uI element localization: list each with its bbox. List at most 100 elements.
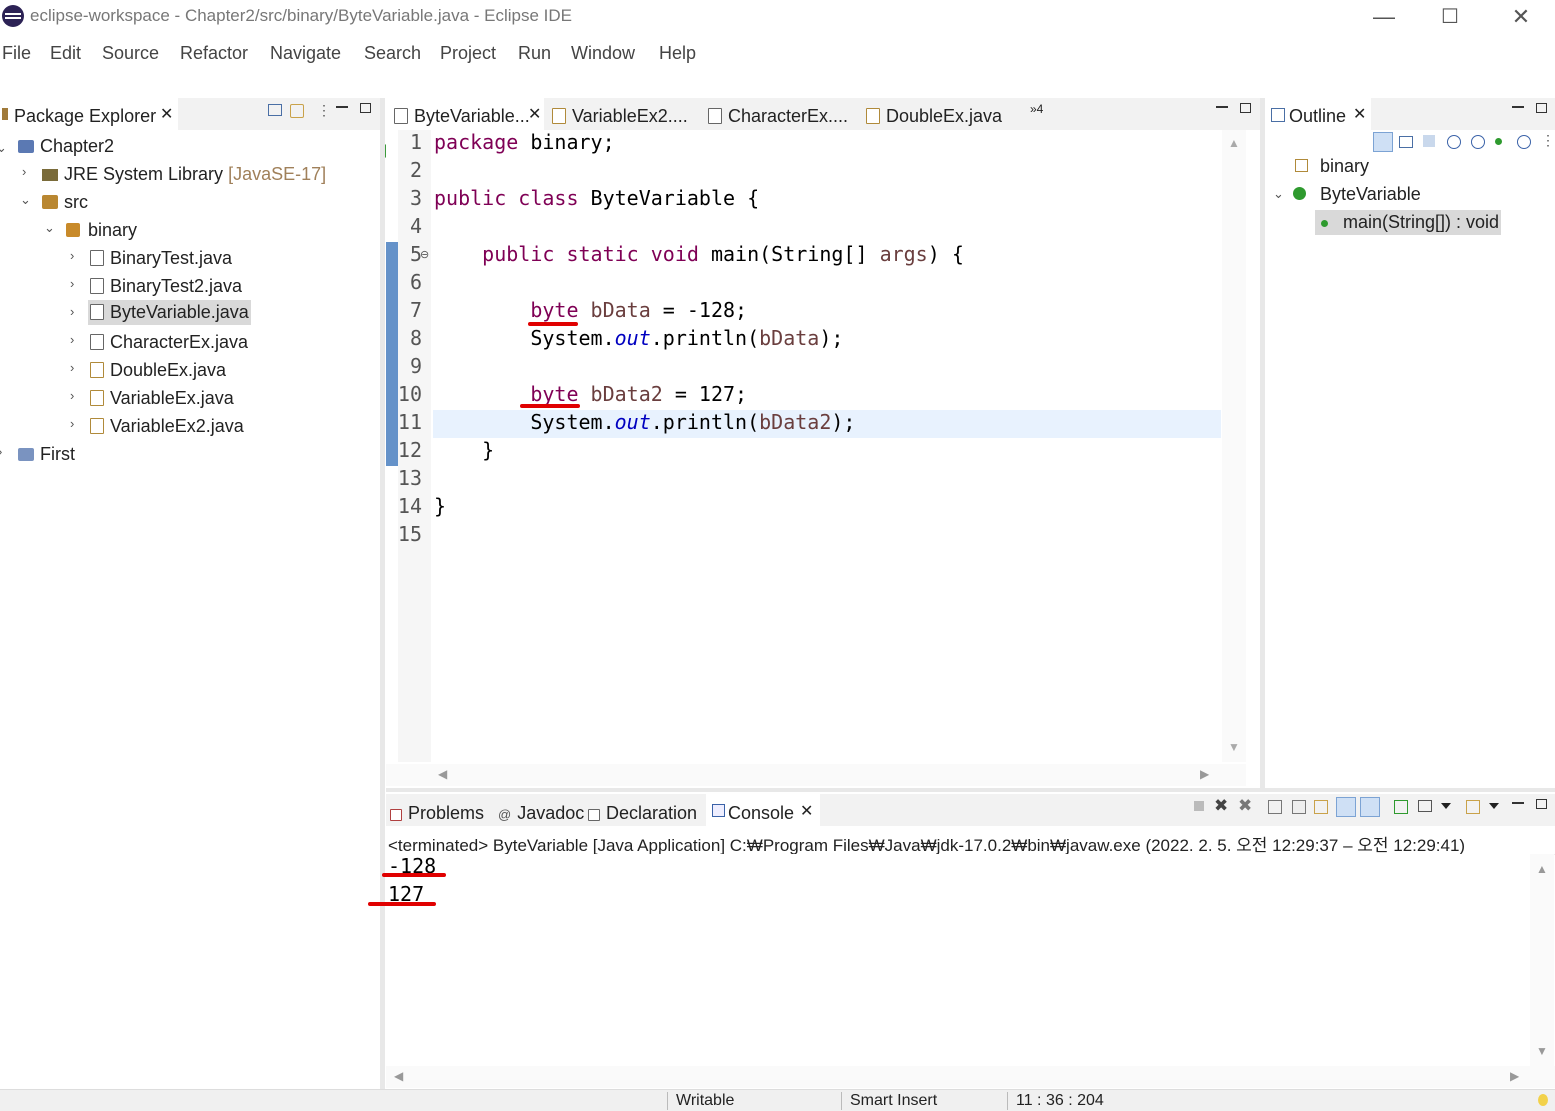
tree-file[interactable]: DoubleEx.java (90, 360, 226, 381)
terminate-icon[interactable] (1194, 801, 1204, 811)
tree-project-first[interactable]: First (18, 444, 75, 465)
maximize-panel-icon[interactable] (360, 103, 371, 113)
maximize-panel-icon[interactable] (1536, 103, 1547, 113)
console-vertical-scrollbar[interactable]: ▲ ▼ (1530, 854, 1554, 1066)
hide-local-types-icon[interactable] (1517, 135, 1531, 149)
tab-declaration[interactable]: Declaration (588, 803, 697, 824)
fold-collapse-icon[interactable]: ⊖ (420, 248, 429, 261)
close-tab-icon[interactable]: ✕ (800, 801, 813, 821)
collapse-all-icon[interactable] (268, 104, 282, 116)
maximize-button[interactable]: ☐ (1430, 4, 1470, 30)
open-console-dropdown-icon[interactable] (1489, 803, 1499, 809)
tab-console-active[interactable]: Console ✕ (706, 794, 820, 826)
word-wrap-icon[interactable] (1314, 800, 1328, 814)
menu-file[interactable]: File (2, 43, 31, 64)
show-on-stdout-icon[interactable] (1336, 797, 1356, 817)
expand-file-icon[interactable]: › (70, 304, 74, 319)
hide-fields-icon[interactable] (1447, 135, 1461, 149)
close-tab-icon[interactable]: ✕ (1353, 104, 1366, 124)
expand-binary-icon[interactable]: ⌄ (44, 220, 55, 236)
clear-console-icon[interactable] (1268, 800, 1282, 814)
collapse-all-icon[interactable] (1399, 136, 1413, 148)
tree-jre-library[interactable]: JRE System Library [JavaSE-17] (42, 164, 326, 185)
console-horizontal-scrollbar[interactable]: ◀ ▶ (386, 1066, 1555, 1088)
editor-tab[interactable]: CharacterEx.... (708, 106, 848, 127)
show-on-stderr-icon[interactable] (1360, 797, 1380, 817)
tree-package-binary[interactable]: binary (66, 220, 137, 241)
scroll-left-icon[interactable]: ◀ (394, 1069, 403, 1083)
menu-navigate[interactable]: Navigate (270, 43, 341, 64)
menu-project[interactable]: Project (440, 43, 496, 64)
menu-edit[interactable]: Edit (50, 43, 81, 64)
scroll-right-icon[interactable]: ▶ (1510, 1069, 1519, 1083)
editor-tab-active[interactable]: ByteVariable... ✕ (386, 98, 544, 130)
open-console-icon[interactable] (1466, 800, 1480, 814)
close-button[interactable]: ✕ (1501, 4, 1541, 30)
scroll-down-icon[interactable]: ▼ (1228, 740, 1240, 754)
outline-class[interactable]: ByteVariable (1293, 184, 1421, 205)
expand-first-icon[interactable]: › (0, 444, 2, 459)
pin-console-icon[interactable] (1394, 800, 1408, 814)
minimize-panel-icon[interactable] (336, 106, 348, 108)
tab-javadoc[interactable]: @ Javadoc (498, 803, 584, 824)
console-output[interactable]: -128 127 (386, 854, 1530, 1066)
tree-file[interactable]: CharacterEx.java (90, 332, 248, 353)
scroll-lock-icon[interactable] (1292, 800, 1306, 814)
tree-project-chapter2[interactable]: Chapter2 (18, 136, 114, 157)
expand-jre-icon[interactable]: › (22, 164, 26, 179)
maximize-editor-icon[interactable] (1240, 103, 1251, 113)
tree-file[interactable]: VariableEx.java (90, 388, 234, 409)
sort-members-icon[interactable] (1423, 135, 1435, 147)
editor-tab[interactable]: DoubleEx.java (866, 106, 1002, 127)
remove-launch-icon[interactable]: ✖ (1214, 796, 1228, 816)
scroll-up-icon[interactable]: ▲ (1228, 136, 1240, 150)
tree-file[interactable]: BinaryTest2.java (90, 276, 242, 297)
minimize-panel-icon[interactable] (1512, 802, 1524, 804)
menu-source[interactable]: Source (102, 43, 159, 64)
menu-help[interactable]: Help (659, 43, 696, 64)
tab-problems[interactable]: Problems (390, 803, 484, 824)
expand-file-icon[interactable]: › (70, 416, 74, 431)
sash[interactable] (380, 98, 385, 1090)
editor-vertical-scrollbar[interactable]: ▲ ▼ (1222, 130, 1246, 762)
package-explorer-tab[interactable]: Package Explorer ✕ (0, 98, 178, 134)
scroll-up-icon[interactable]: ▲ (1536, 862, 1548, 876)
minimize-editor-icon[interactable] (1216, 106, 1228, 108)
tree-src-folder[interactable]: src (42, 192, 88, 213)
expand-file-icon[interactable]: › (70, 332, 74, 347)
expand-file-icon[interactable]: › (70, 360, 74, 375)
expand-chapter2-icon[interactable]: ⌄ (0, 140, 7, 156)
menu-refactor[interactable]: Refactor (180, 43, 248, 64)
display-console-dropdown-icon[interactable] (1441, 803, 1451, 809)
display-console-icon[interactable] (1418, 800, 1432, 812)
tree-file[interactable]: BinaryTest.java (90, 248, 232, 269)
editor-tab[interactable]: VariableEx2.... (552, 106, 688, 127)
lightbulb-icon[interactable] (1538, 1094, 1548, 1106)
remove-all-icon[interactable]: ✖ (1238, 796, 1252, 816)
close-tab-icon[interactable]: ✕ (528, 104, 541, 124)
tab-overflow-button[interactable]: »4 (1030, 102, 1043, 116)
editor-horizontal-scrollbar[interactable]: ◀ ▶ (386, 764, 1246, 786)
tree-file-selected[interactable]: ByteVariable.java (88, 300, 251, 325)
minimize-panel-icon[interactable] (1512, 106, 1524, 108)
view-menu-icon[interactable]: ⋮ (317, 102, 331, 119)
tree-file[interactable]: VariableEx2.java (90, 416, 244, 437)
link-with-editor-icon[interactable] (290, 104, 304, 118)
outline-tab[interactable]: Outline ✕ (1265, 98, 1371, 130)
expand-class-icon[interactable]: ⌄ (1273, 186, 1284, 202)
close-tab-icon[interactable]: ✕ (160, 104, 173, 124)
scroll-left-icon[interactable]: ◀ (438, 767, 447, 781)
expand-file-icon[interactable]: › (70, 248, 74, 263)
maximize-panel-icon[interactable] (1536, 799, 1547, 809)
scroll-right-icon[interactable]: ▶ (1200, 767, 1209, 781)
expand-src-icon[interactable]: ⌄ (20, 192, 31, 208)
outline-package[interactable]: binary (1295, 156, 1369, 177)
expand-file-icon[interactable]: › (70, 276, 74, 291)
menu-search[interactable]: Search (364, 43, 421, 64)
sort-icon[interactable] (1373, 132, 1393, 152)
outline-method-selected[interactable]: main(String[]) : void (1315, 210, 1502, 235)
menu-run[interactable]: Run (518, 43, 551, 64)
hide-static-icon[interactable] (1471, 135, 1485, 149)
view-menu-icon[interactable]: ⋮ (1541, 132, 1555, 149)
expand-file-icon[interactable]: › (70, 388, 74, 403)
